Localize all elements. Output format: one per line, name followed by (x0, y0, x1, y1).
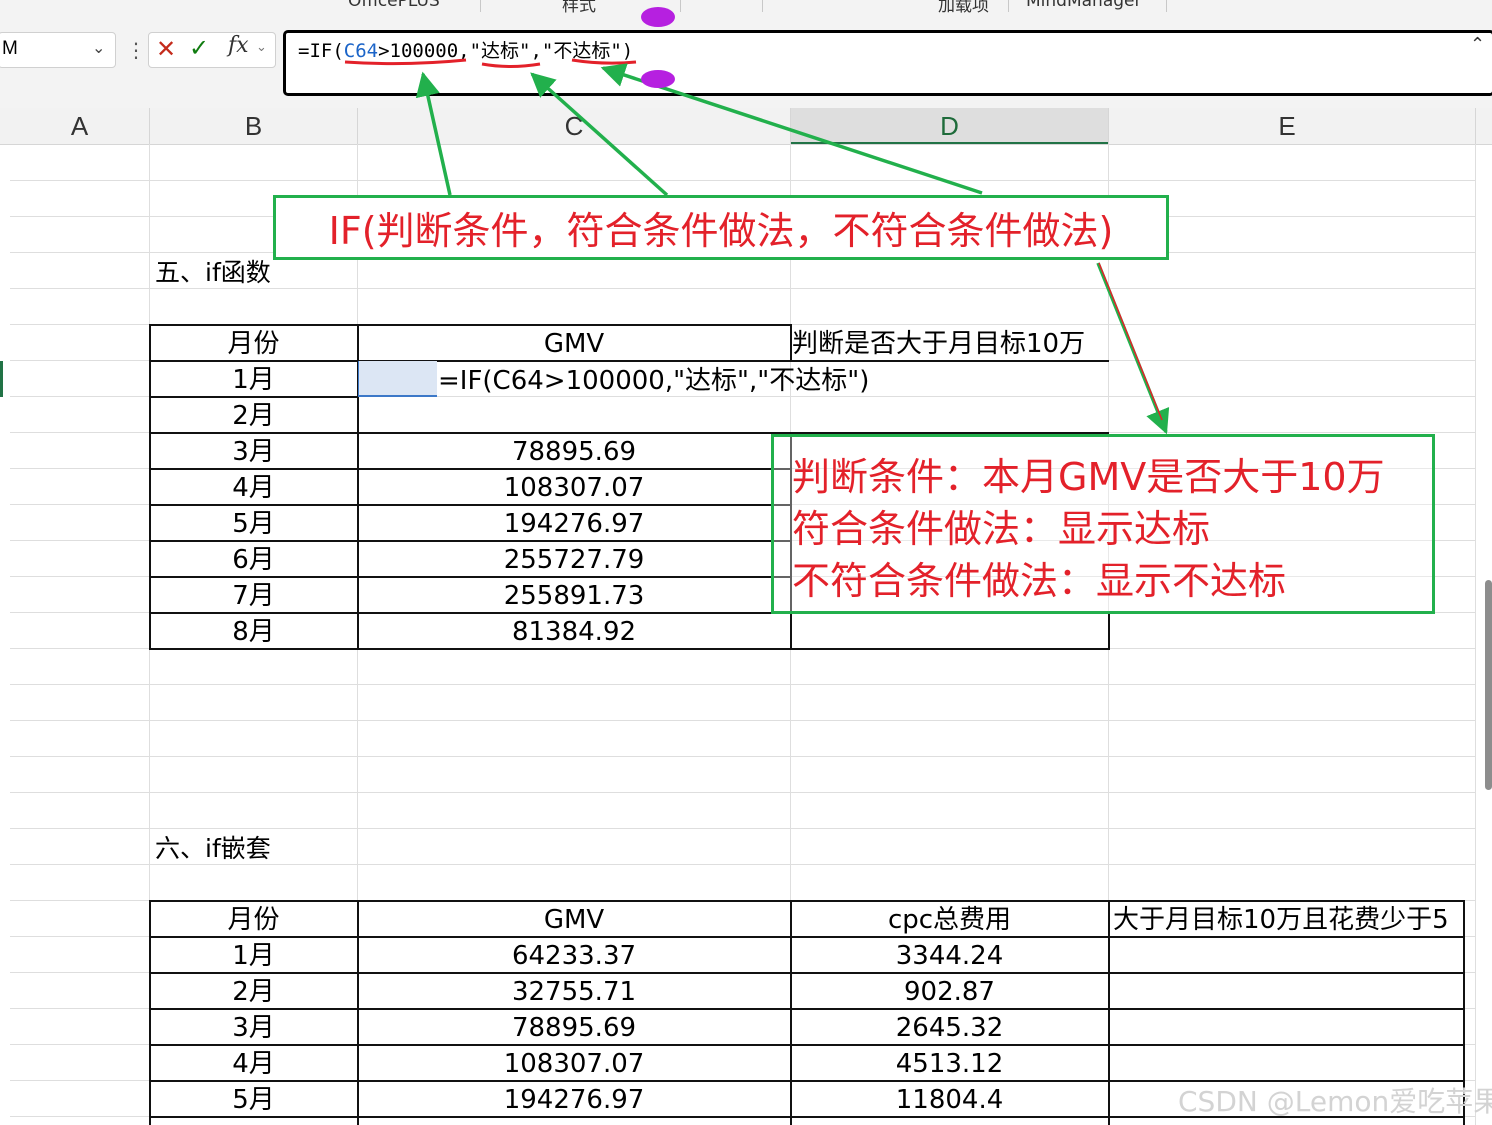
underline-false-value (571, 58, 637, 65)
red-guide-line (1098, 262, 1163, 421)
arrow-to-true-value (530, 72, 669, 197)
annotation-arrows-overlay (344, 7, 1170, 435)
underline-true-value (481, 62, 541, 68)
selection-handle-top (641, 7, 675, 27)
vertical-scrollbar[interactable] (1485, 580, 1492, 790)
watermark: CSDN @Lemon爱吃苹果 (1178, 1085, 1492, 1118)
arrow-to-condition (415, 71, 452, 196)
arrow-to-explanation (1096, 262, 1170, 435)
formula-underlines (344, 58, 637, 68)
underline-condition (344, 58, 467, 66)
selection-handle-bottom (641, 70, 675, 88)
